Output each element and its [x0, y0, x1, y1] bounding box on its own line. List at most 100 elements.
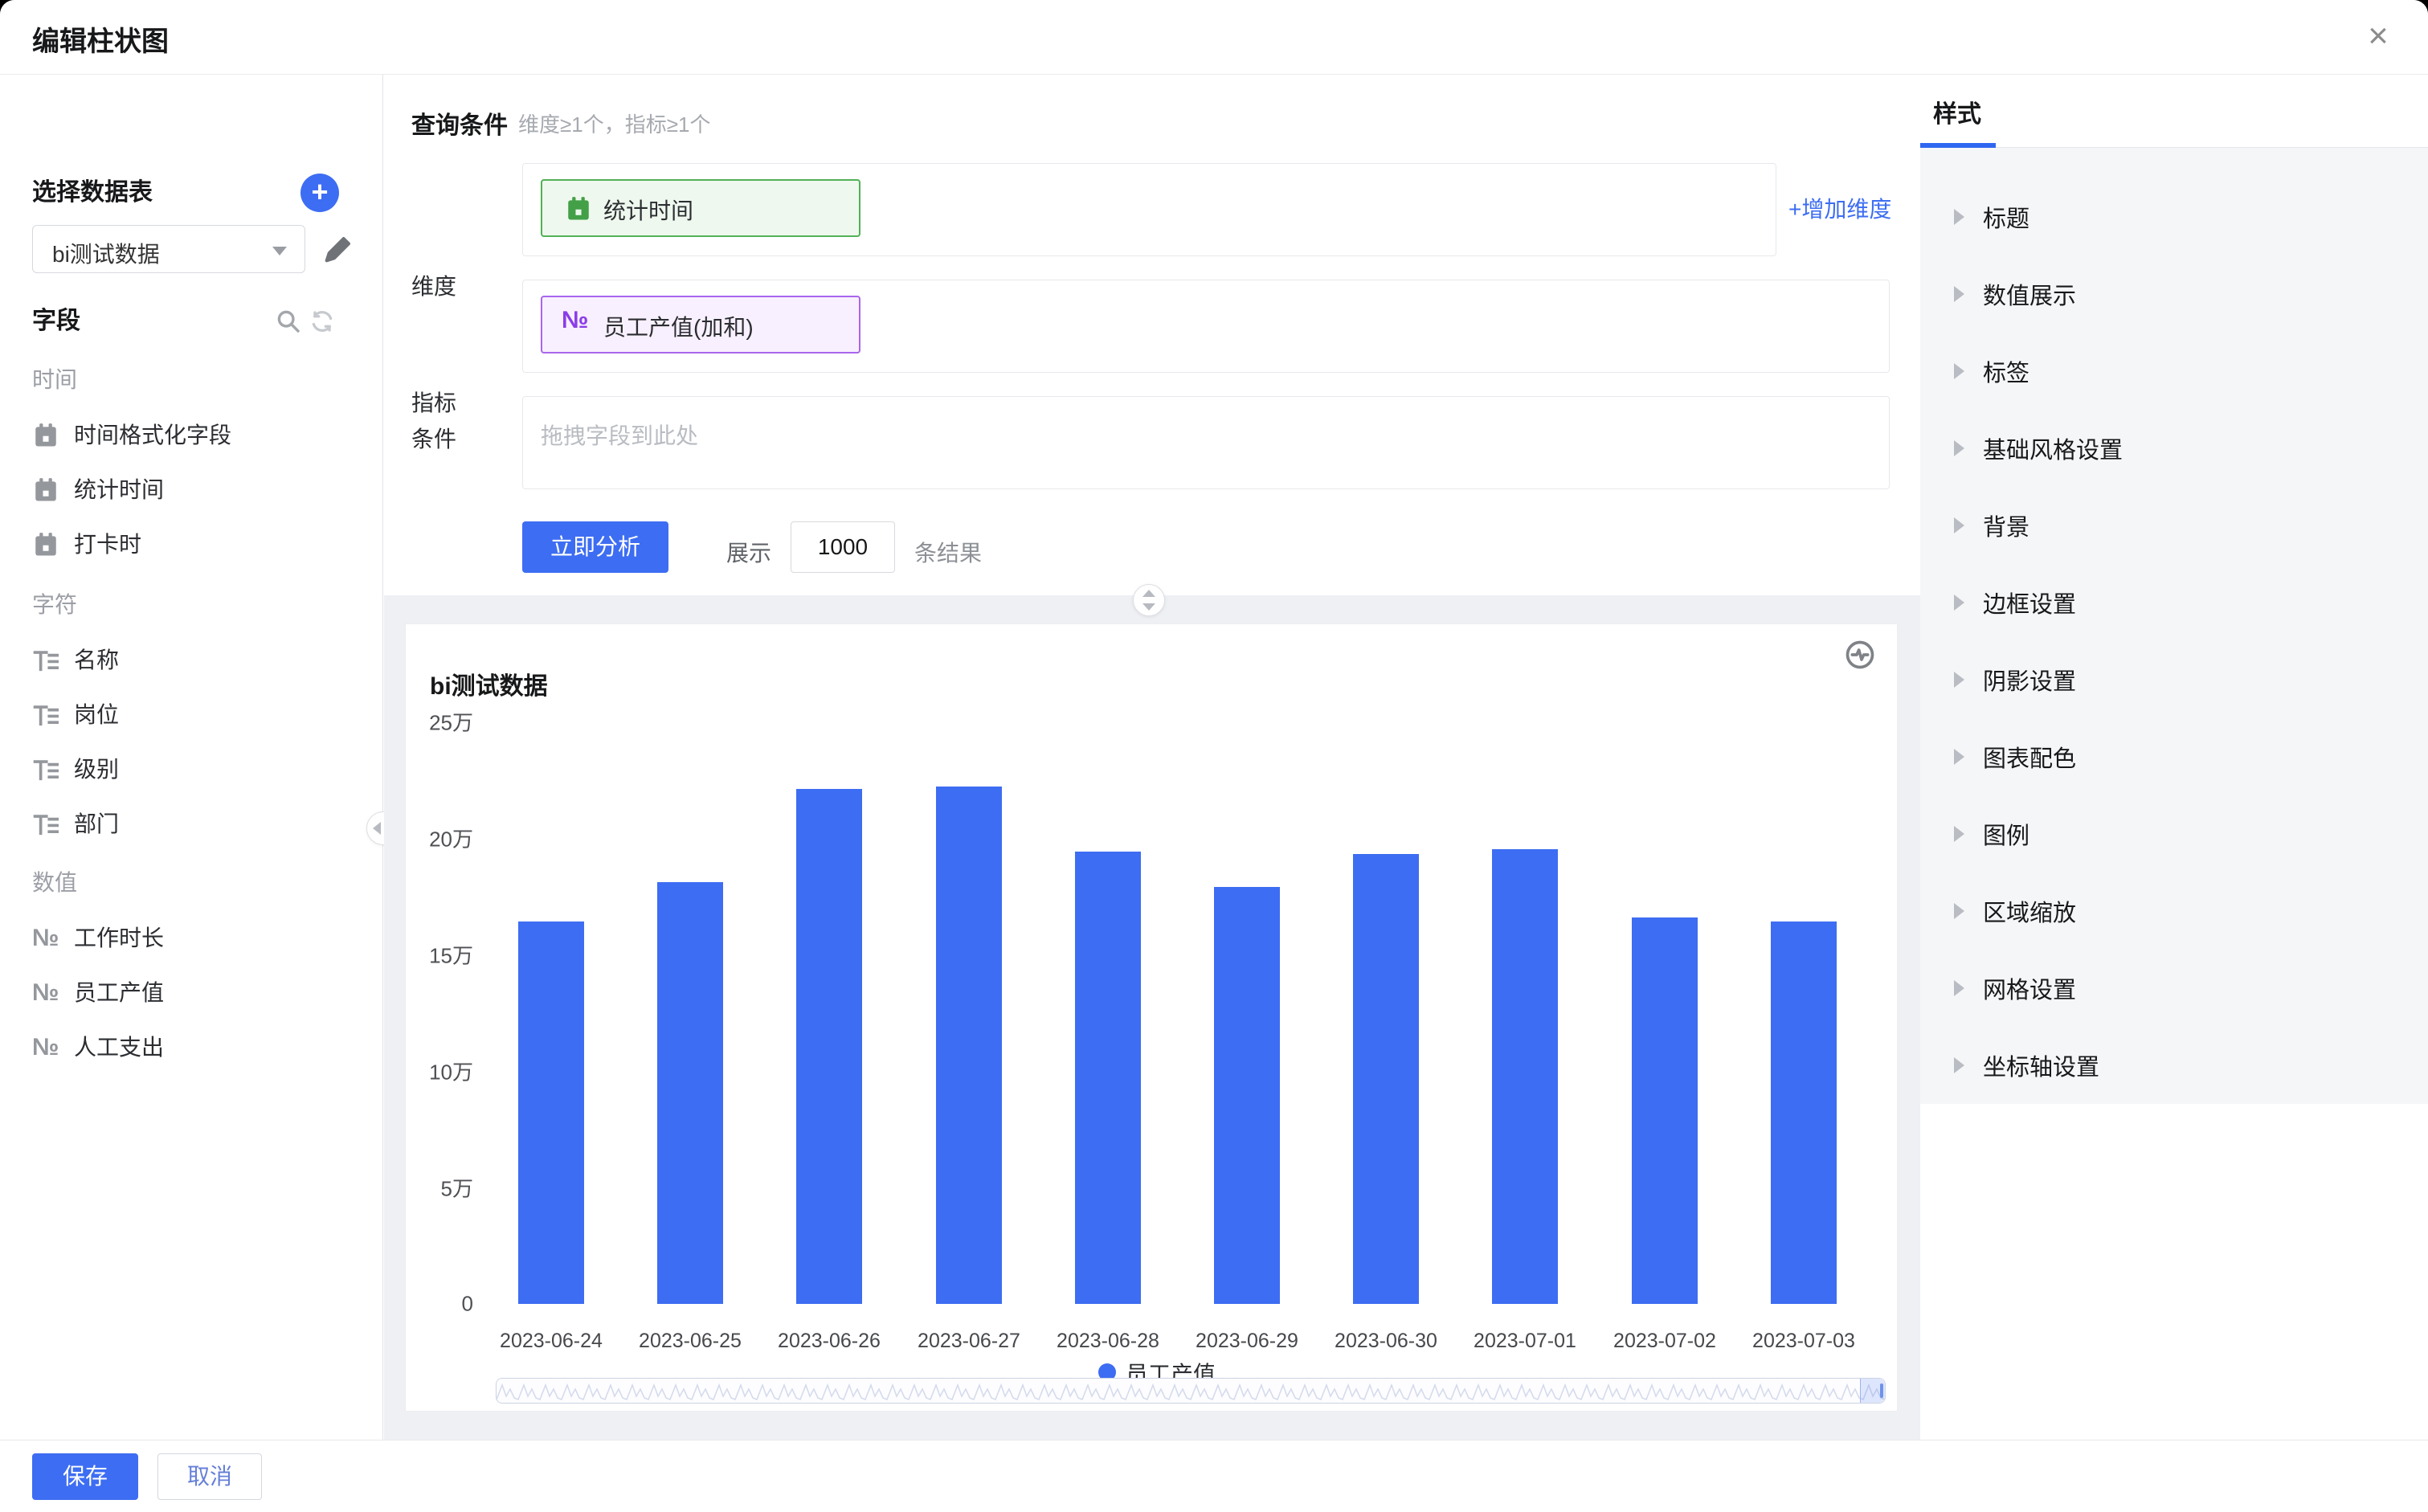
analyze-button[interactable]: 立即分析 [522, 521, 668, 573]
dialog-header: 编辑柱状图 × [0, 0, 2428, 75]
field-item[interactable]: 名称 [32, 633, 354, 688]
style-option-5[interactable]: 背景 [1920, 487, 2428, 564]
add-dataset-button[interactable]: + [300, 174, 339, 212]
dimension-pill[interactable]: 统计时间 [541, 179, 860, 237]
main-area: 查询条件 维度≥1个，指标≥1个 维度 统计时间 +增加维度 指标 № 员工产值… [384, 75, 1920, 1440]
metric-label: 指标 [411, 386, 456, 418]
y-axis-tick: 25万 [401, 707, 473, 737]
bar[interactable] [518, 922, 584, 1304]
metric-dropzone[interactable]: № 员工产值(加和) [522, 280, 1890, 373]
style-option-8[interactable]: 图表配色 [1920, 718, 2428, 795]
field-item[interactable]: № 人工支出 [32, 1020, 354, 1075]
numero-icon: № [32, 1032, 59, 1064]
style-option-9[interactable]: 图例 [1920, 795, 2428, 872]
style-option-label: 阴影设置 [1983, 663, 2076, 697]
style-option-12[interactable]: 坐标轴设置 [1920, 1027, 2428, 1104]
condition-label: 条件 [411, 422, 456, 454]
bar[interactable] [1214, 887, 1280, 1304]
text-field-icon [32, 647, 59, 674]
style-option-label: 数值展示 [1983, 277, 2076, 311]
field-item-label: 员工产值 [74, 979, 164, 1007]
field-item-label: 工作时长 [74, 924, 164, 953]
dimension-dropzone[interactable]: 统计时间 [522, 163, 1776, 256]
tab-style[interactable]: 样式 [1933, 94, 1981, 129]
metric-pill[interactable]: № 员工产值(加和) [541, 296, 860, 353]
style-options-list: 标题数值展示标签基础风格设置背景边框设置阴影设置图表配色图例区域缩放网格设置坐标… [1920, 148, 2428, 1104]
field-item-label: 人工支出 [74, 1033, 164, 1062]
style-option-11[interactable]: 网格设置 [1920, 950, 2428, 1027]
refresh-icon [309, 308, 336, 335]
chart-type-button[interactable] [1844, 639, 1876, 671]
x-axis-label: 2023-06-28 [1036, 1330, 1180, 1353]
condition-placeholder: 拖拽字段到此处 [541, 419, 698, 451]
style-option-4[interactable]: 基础风格设置 [1920, 410, 2428, 487]
datazoom-wave-icon [497, 1379, 1885, 1403]
caret-left-icon [373, 822, 381, 835]
bar[interactable] [1353, 854, 1419, 1304]
field-item[interactable]: 级别 [32, 742, 354, 797]
style-option-label: 标签 [1983, 354, 2029, 388]
style-option-1[interactable]: 标题 [1920, 178, 2428, 255]
result-count-input[interactable]: 1000 [791, 521, 895, 573]
field-item[interactable]: 打卡时 [32, 517, 354, 572]
field-item-label: 统计时间 [74, 476, 164, 505]
add-dimension-link[interactable]: +增加维度 [1788, 192, 1891, 224]
field-item[interactable]: 时间格式化字段 [32, 408, 354, 463]
field-item[interactable]: 部门 [32, 797, 354, 852]
bar[interactable] [1632, 917, 1698, 1304]
calendar-icon [565, 195, 592, 223]
datazoom-slider[interactable] [496, 1378, 1886, 1404]
dataset-dropdown-value: bi测试数据 [52, 237, 160, 269]
query-title: 查询条件 [411, 105, 508, 141]
collapse-arrow-icon [1954, 826, 1964, 842]
x-axis-label: 2023-06-26 [757, 1330, 901, 1353]
bar[interactable] [936, 787, 1002, 1304]
dataset-sidebar: 选择数据表 + bi测试数据 字段 时间时间格式化字段统计时间打卡时字符名称岗位… [0, 75, 383, 1440]
field-item[interactable]: № 工作时长 [32, 911, 354, 966]
caret-down-icon [1142, 603, 1155, 611]
panel-splitter-handle[interactable] [1133, 584, 1165, 616]
text-field-icon [32, 701, 59, 729]
x-axis-label: 2023-06-29 [1175, 1330, 1319, 1353]
chart-title: bi测试数据 [430, 666, 548, 701]
style-option-10[interactable]: 区域缩放 [1920, 872, 2428, 950]
edit-dataset-button[interactable] [321, 232, 354, 268]
y-axis-tick: 20万 [401, 823, 473, 853]
field-group-label: 时间 [32, 364, 77, 396]
style-option-2[interactable]: 数值展示 [1920, 255, 2428, 333]
datazoom-handle[interactable] [1880, 1383, 1883, 1398]
dataset-dropdown[interactable]: bi测试数据 [32, 225, 305, 273]
cancel-button[interactable]: 取消 [157, 1453, 262, 1500]
x-axis-label: 2023-06-24 [479, 1330, 623, 1353]
style-option-label: 标题 [1983, 200, 2029, 234]
bar[interactable] [1492, 849, 1558, 1304]
style-option-3[interactable]: 标签 [1920, 333, 2428, 410]
bar[interactable] [1771, 922, 1837, 1304]
field-group-label: 字符 [32, 589, 77, 621]
field-group-label: 数值 [32, 867, 77, 899]
style-option-label: 基础风格设置 [1983, 431, 2123, 465]
calendar-icon [32, 422, 59, 449]
bar[interactable] [1075, 852, 1141, 1304]
condition-dropzone[interactable] [522, 396, 1890, 489]
save-button[interactable]: 保存 [32, 1453, 138, 1500]
search-fields-button[interactable] [275, 308, 302, 335]
style-option-6[interactable]: 边框设置 [1920, 564, 2428, 641]
field-item[interactable]: 统计时间 [32, 463, 354, 517]
x-axis-label: 2023-07-01 [1453, 1330, 1597, 1353]
style-option-label: 区域缩放 [1983, 894, 2076, 928]
field-item[interactable]: №员工产值 [32, 966, 354, 1020]
bar[interactable] [796, 789, 862, 1304]
y-axis-tick: 10万 [401, 1056, 473, 1086]
style-option-7[interactable]: 阴影设置 [1920, 641, 2428, 718]
numero-icon: № [32, 922, 59, 954]
collapse-arrow-icon [1954, 903, 1964, 919]
close-icon[interactable]: × [2357, 16, 2399, 58]
collapse-arrow-icon [1954, 209, 1964, 225]
refresh-fields-button[interactable] [309, 308, 336, 335]
field-item[interactable]: 岗位 [32, 688, 354, 742]
datazoom-window[interactable] [1860, 1379, 1885, 1403]
calendar-icon [32, 476, 59, 504]
style-panel: 样式 标题数值展示标签基础风格设置背景边框设置阴影设置图表配色图例区域缩放网格设… [1920, 75, 2428, 1440]
bar[interactable] [657, 882, 723, 1304]
